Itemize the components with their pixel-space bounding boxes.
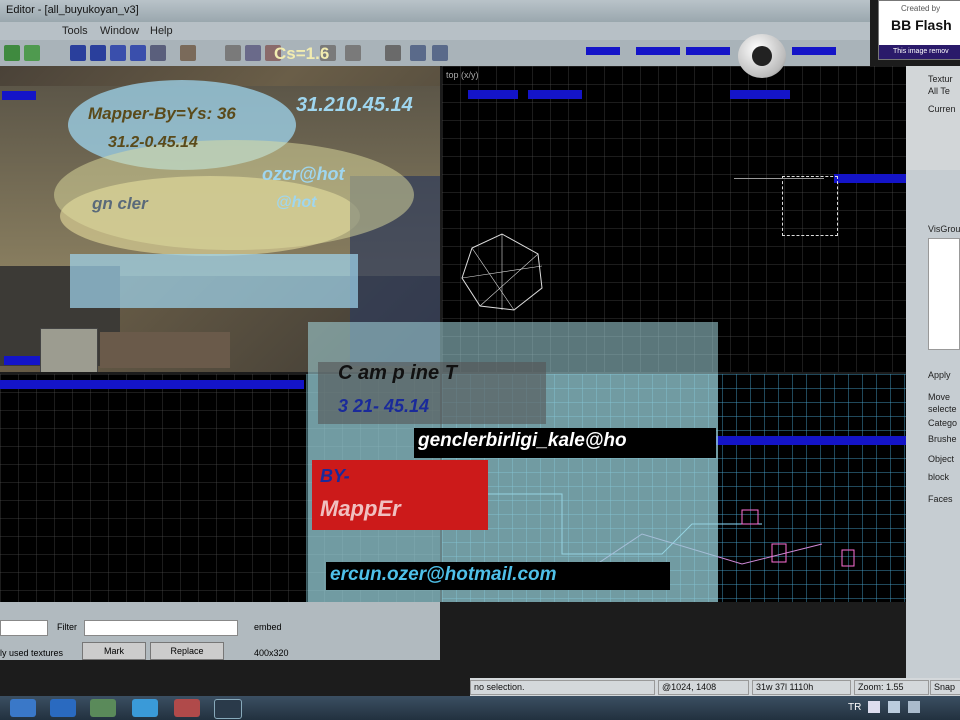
panel-label: Faces — [928, 494, 953, 504]
panel-label: Brushe — [928, 434, 957, 444]
bbflash-brand: BB Flash — [891, 17, 952, 33]
overlay-email-fragment: ozcr@hot — [262, 164, 345, 184]
viewport-label — [4, 356, 40, 365]
menu-bar: Tools Window Help — [0, 22, 870, 40]
tool-icon[interactable] — [180, 45, 196, 61]
texture-dropdown[interactable] — [0, 620, 48, 636]
overlay-email-fragment: gn cler — [92, 194, 148, 213]
title-bar: Editor - [all_buyukoyan_v3] — [0, 0, 870, 22]
tool-icon[interactable] — [24, 45, 40, 61]
status-snap: Snap — [930, 680, 960, 695]
taskbar: TR — [0, 696, 960, 720]
viewport-label — [528, 90, 582, 99]
filter-label: Filter — [57, 622, 77, 632]
texture-size: 400x320 — [254, 648, 289, 658]
polygon-brush[interactable] — [452, 226, 552, 316]
viewport-label — [730, 90, 790, 99]
panel-label: Move — [928, 392, 951, 402]
overlay-mapper-line: Mapper-By=Ys: 36 — [88, 104, 236, 123]
overlay-campaign: C am p ine T — [338, 362, 457, 384]
toolbar-label — [586, 47, 620, 55]
status-dims: 31w 37l 1110h — [752, 680, 851, 695]
bbflash-notice-bar: This image remov — [879, 45, 960, 59]
eight-ball-icon — [738, 34, 786, 78]
tool-icon[interactable] — [345, 45, 361, 61]
panel-label: All Te — [928, 86, 950, 96]
mark-button[interactable]: Mark — [82, 642, 146, 660]
used-textures-label: ly used textures — [0, 648, 64, 658]
panel-label: VisGrou — [928, 224, 960, 234]
menu-window[interactable]: Window — [100, 25, 139, 37]
bbflash-created-by: Created by — [901, 4, 941, 13]
menu-tools[interactable]: Tools — [62, 25, 88, 37]
tool-icon[interactable] — [410, 45, 426, 61]
taskbar-app-icon[interactable] — [50, 699, 76, 717]
filter-input[interactable] — [84, 620, 238, 636]
panel-label: selecte — [928, 404, 957, 414]
replace-button[interactable]: Replace — [150, 642, 224, 660]
status-coords: @1024, 1408 — [658, 680, 749, 695]
overlay-email-fragment: @hot — [276, 194, 317, 211]
toolbar-label — [792, 47, 836, 55]
overlay-email-ercun: ercun.ozer@hotmail.com — [330, 564, 557, 585]
taskbar-app-icon[interactable] — [90, 699, 116, 717]
tool-icon[interactable] — [90, 45, 106, 61]
overlay-by: BY- — [320, 466, 350, 486]
viewport-label — [468, 90, 518, 99]
apply-button[interactable]: Apply — [928, 370, 951, 380]
toolbar-label — [686, 47, 730, 55]
bbflash-notice: This image remov — [893, 48, 949, 55]
taskbar-app-icon[interactable] — [214, 699, 242, 719]
status-bar: no selection. @1024, 1408 31w 37l 1110h … — [470, 678, 960, 696]
overlay-box — [70, 254, 358, 308]
tool-icon[interactable] — [110, 45, 126, 61]
overlay-ip: 31.210.45.14 — [296, 94, 413, 116]
language-indicator[interactable]: TR — [848, 702, 861, 713]
visgroup-list[interactable] — [928, 238, 960, 350]
guide-line — [734, 178, 824, 179]
tool-icon[interactable] — [385, 45, 401, 61]
viewport-title: top (x/y) — [446, 70, 479, 80]
viewport-label — [834, 174, 906, 183]
overlay-cs-label: Cs=1.6 — [274, 44, 330, 63]
viewport-label-bar — [712, 436, 906, 445]
tool-icon[interactable] — [70, 45, 86, 61]
tool-icon[interactable] — [245, 45, 261, 61]
panel-label: Object — [928, 454, 955, 464]
tool-icon[interactable] — [4, 45, 20, 61]
panel-label: Curren — [928, 104, 956, 114]
panel-field[interactable]: block — [928, 472, 949, 482]
tool-icon[interactable] — [150, 45, 166, 61]
overlay-ip-small: 31.2-0.45.14 — [108, 134, 198, 151]
panel-label: Catego — [928, 418, 958, 428]
status-selection: no selection. — [470, 680, 655, 695]
panel-label: Textur — [928, 74, 953, 84]
embed-label: embed — [254, 622, 282, 632]
overlay-email-gencler: genclerbirligi_kale@ho — [418, 430, 627, 451]
overlay-ip-mid: 3 21- 45.14 — [338, 396, 430, 416]
taskbar-app-icon[interactable] — [174, 699, 200, 717]
tray-icon[interactable] — [908, 701, 920, 713]
entity-panel: Textur All Te Curren VisGrou Apply Move … — [906, 66, 960, 680]
tray-icon[interactable] — [868, 701, 880, 713]
start-icon[interactable] — [10, 699, 36, 717]
tool-icon[interactable] — [432, 45, 448, 61]
window-title: Editor - [all_buyukoyan_v3] — [6, 4, 139, 16]
viewport-label-bar — [0, 380, 304, 389]
texture-browser-bar: Filter embed ly used textures Mark Repla… — [0, 602, 440, 660]
portrait-texture — [40, 328, 98, 372]
tray-icon[interactable] — [888, 701, 900, 713]
viewport-label — [2, 91, 36, 100]
weapon-texture — [100, 332, 230, 368]
menu-help[interactable]: Help — [150, 25, 173, 37]
bbflash-watermark: Created by BB Flash This image remov — [878, 0, 960, 60]
toolbar-label — [636, 47, 680, 55]
overlay-mapper: MappEr — [320, 496, 401, 521]
tool-icon[interactable] — [225, 45, 241, 61]
taskbar-app-icon[interactable] — [132, 699, 158, 717]
status-zoom: Zoom: 1.55 — [854, 680, 929, 695]
tool-icon[interactable] — [130, 45, 146, 61]
selection-box[interactable] — [782, 176, 838, 236]
